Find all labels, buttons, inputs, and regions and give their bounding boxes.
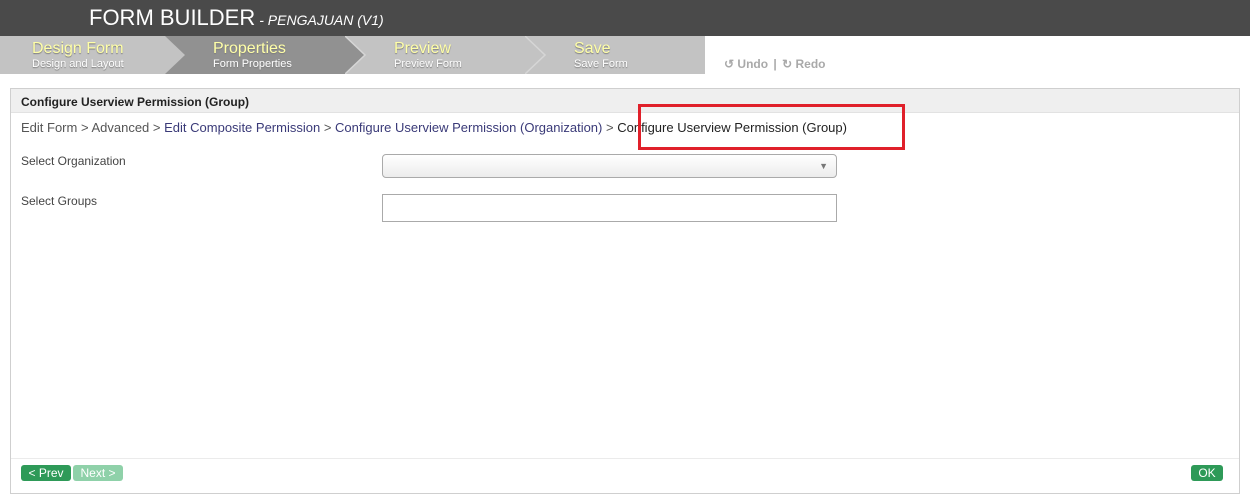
redo-label: Redo [795, 57, 826, 71]
step-save[interactable]: Save Save Form [525, 36, 705, 74]
step-properties-title: Properties [213, 40, 286, 57]
app-title-text: FORM BUILDER [89, 5, 256, 30]
breadcrumb-advanced: Advanced [91, 120, 150, 135]
redo-button[interactable]: ↻ Redo [782, 57, 825, 71]
undo-icon: ↺ [724, 57, 735, 71]
breadcrumb-separator: > [606, 120, 614, 135]
footer-divider [11, 458, 1239, 459]
step-save-title: Save [574, 40, 611, 57]
breadcrumb-separator: > [80, 120, 89, 135]
breadcrumb-separator: > [323, 120, 332, 135]
panel-title: Configure Userview Permission (Group) [21, 95, 250, 109]
select-organization-dropdown[interactable]: ▼ [382, 154, 837, 178]
breadcrumb-edit-form: Edit Form [21, 120, 78, 135]
breadcrumb-configure-organization[interactable]: Configure Userview Permission (Organizat… [335, 120, 602, 135]
select-groups-label: Select Groups [21, 194, 98, 208]
undo-redo-toolbar: ↺ Undo | ↻ Redo [724, 57, 826, 71]
breadcrumb-separator: > [152, 120, 161, 135]
permission-panel: Configure Userview Permission (Group) Ed… [10, 88, 1240, 494]
step-bar: Design Form Design and Layout Properties… [0, 36, 1250, 74]
step-preview-title: Preview [394, 40, 451, 57]
step-design-form-title: Design Form [32, 40, 124, 57]
breadcrumb-edit-composite-permission[interactable]: Edit Composite Permission [164, 120, 320, 135]
select-organization-label: Select Organization [21, 154, 126, 168]
step-preview-subtitle: Preview Form [394, 58, 462, 70]
ok-button[interactable]: OK [1191, 465, 1223, 481]
dropdown-arrow-icon: ▼ [819, 161, 828, 171]
redo-icon: ↻ [782, 57, 793, 71]
app-subtitle: - PENGAJUAN (V1) [259, 12, 384, 28]
undo-button[interactable]: ↺ Undo [724, 57, 768, 71]
step-design-form-subtitle: Design and Layout [32, 58, 124, 70]
undo-redo-separator: | [773, 57, 777, 71]
step-preview[interactable]: Preview Preview Form [345, 36, 545, 74]
app-title: FORM BUILDER - PENGAJUAN (V1) [89, 5, 384, 31]
select-groups-input[interactable] [382, 194, 837, 222]
highlight-annotation [638, 104, 905, 150]
step-properties[interactable]: Properties Form Properties [165, 36, 365, 74]
app-header: FORM BUILDER - PENGAJUAN (V1) [0, 0, 1250, 36]
next-button[interactable]: Next > [73, 465, 123, 481]
panel-header: Configure Userview Permission (Group) [11, 89, 1239, 113]
undo-label: Undo [737, 57, 769, 71]
prev-button[interactable]: < Prev [21, 465, 71, 481]
step-properties-subtitle: Form Properties [213, 58, 292, 70]
step-save-subtitle: Save Form [574, 58, 628, 70]
step-design-form[interactable]: Design Form Design and Layout [0, 36, 185, 74]
